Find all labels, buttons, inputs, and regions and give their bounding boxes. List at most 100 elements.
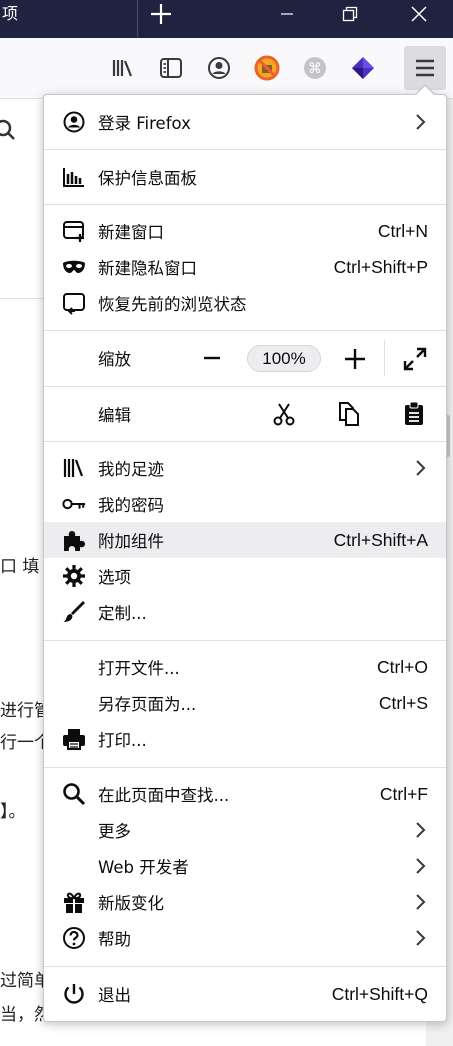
menu-web-developer[interactable]: Web 开发者 <box>44 848 446 884</box>
menu-passwords-label: 我的密码 <box>98 496 164 515</box>
zoom-out-button[interactable] <box>200 344 224 372</box>
paste-icon[interactable] <box>402 401 426 427</box>
close-icon <box>411 6 427 22</box>
key-icon <box>62 492 86 516</box>
menu-separator <box>44 966 446 967</box>
extension-cmd-button[interactable]: ⌘ <box>301 54 329 82</box>
account-icon <box>208 57 230 79</box>
gift-icon <box>62 890 86 914</box>
menu-save-page-shortcut: Ctrl+S <box>378 692 428 713</box>
sidebar-button[interactable] <box>157 54 185 82</box>
extension-blocker-button[interactable] <box>253 54 281 82</box>
extension-cmd-icon: ⌘ <box>304 57 326 79</box>
menu-save-page-label: 另存页面为... <box>98 695 197 714</box>
menu-web-developer-label: Web 开发者 <box>98 858 189 877</box>
menu-separator <box>44 330 446 331</box>
chevron-right-icon <box>416 460 426 476</box>
menu-separator <box>44 640 446 641</box>
menu-new-private-window[interactable]: 新建隐私窗口 Ctrl+Shift+P <box>44 249 446 285</box>
extension-cube-button[interactable] <box>349 54 377 82</box>
zoom-in-button[interactable] <box>342 345 368 373</box>
sidebar-icon <box>160 58 182 78</box>
plus-icon <box>151 4 171 24</box>
copy-icon[interactable] <box>337 401 361 427</box>
menu-find-shortcut: Ctrl+F <box>379 783 428 804</box>
menu-whats-new-label: 新版变化 <box>98 894 164 913</box>
menu-protections-dashboard[interactable]: 保护信息面板 <box>44 159 446 195</box>
chevron-right-icon <box>416 930 426 946</box>
zoom-reset-button[interactable]: 100% <box>247 345 321 372</box>
minimize-button[interactable] <box>264 0 310 28</box>
menu-sign-in[interactable]: 登录 Firefox <box>44 104 446 140</box>
menu-find-label: 在此页面中查找... <box>98 786 230 805</box>
menu-print-label: 打印... <box>98 731 147 750</box>
account-button[interactable] <box>205 54 233 82</box>
menu-options-label: 选项 <box>98 568 131 587</box>
new-tab-button[interactable] <box>138 0 184 28</box>
menu-quit-label: 退出 <box>98 986 131 1005</box>
menu-sign-in-label: 登录 Firefox <box>98 114 191 133</box>
menu-open-file[interactable]: 打开文件... Ctrl+O <box>44 649 446 685</box>
menu-options[interactable]: 选项 <box>44 558 446 594</box>
cut-icon[interactable] <box>272 401 296 427</box>
restore-icon <box>342 6 358 22</box>
account-icon <box>62 110 86 134</box>
tab-title-fragment[interactable]: 项 <box>0 0 18 38</box>
menu-separator <box>44 767 446 768</box>
help-icon <box>62 926 86 950</box>
menu-help[interactable]: 帮助 <box>44 920 446 956</box>
library-icon <box>62 456 86 480</box>
menu-library[interactable]: 我的足迹 <box>44 450 446 486</box>
menu-save-page[interactable]: 另存页面为... Ctrl+S <box>44 685 446 721</box>
private-mask-icon <box>62 255 86 279</box>
menu-separator <box>44 204 446 205</box>
menu-customize[interactable]: 定制... <box>44 594 446 630</box>
power-icon <box>62 982 86 1006</box>
svg-text:⌘: ⌘ <box>308 61 322 77</box>
puzzle-piece-icon <box>62 528 86 552</box>
zoom-divider <box>384 340 385 376</box>
library-button[interactable] <box>109 54 137 82</box>
menu-passwords[interactable]: 我的密码 <box>44 486 446 522</box>
menu-restore-session[interactable]: 恢复先前的浏览状态 <box>44 285 446 321</box>
menu-help-label: 帮助 <box>98 930 131 949</box>
restore-button[interactable] <box>327 0 373 28</box>
menu-more[interactable]: 更多 <box>44 812 446 848</box>
menu-customize-label: 定制... <box>98 604 147 623</box>
menu-new-window-label: 新建窗口 <box>98 223 164 242</box>
fullscreen-icon[interactable] <box>403 347 427 371</box>
menu-private-window-shortcut: Ctrl+Shift+P <box>333 256 428 277</box>
menu-open-file-shortcut: Ctrl+O <box>376 656 428 677</box>
extension-blocker-icon <box>254 55 280 81</box>
menu-restore-session-label: 恢复先前的浏览状态 <box>98 295 247 314</box>
hamburger-menu-icon <box>416 59 434 77</box>
menu-protections-label: 保护信息面板 <box>98 169 197 188</box>
chevron-right-icon <box>416 822 426 838</box>
minimize-icon <box>281 13 293 15</box>
page-text-line: 】。 <box>0 802 26 822</box>
close-window-button[interactable] <box>396 0 442 28</box>
menu-addons-shortcut: Ctrl+Shift+A <box>333 529 428 550</box>
menu-addons-label: 附加组件 <box>98 532 164 551</box>
menu-quit-shortcut: Ctrl+Shift+Q <box>331 983 428 1004</box>
menu-new-window[interactable]: 新建窗口 Ctrl+N <box>44 213 446 249</box>
menu-print[interactable]: 打印... <box>44 721 446 757</box>
menu-zoom-row: 缩放 <box>44 340 446 376</box>
menu-find-in-page[interactable]: 在此页面中查找... Ctrl+F <box>44 776 446 812</box>
bar-chart-icon <box>62 165 86 189</box>
page-text-line: 口 填 <box>0 557 40 577</box>
chevron-right-icon <box>416 894 426 910</box>
menu-more-label: 更多 <box>98 822 131 841</box>
restore-session-icon <box>62 291 86 315</box>
menu-separator <box>44 149 446 150</box>
printer-icon <box>62 727 86 751</box>
menu-addons[interactable]: 附加组件 Ctrl+Shift+A <box>44 522 446 558</box>
menu-open-file-label: 打开文件... <box>98 659 180 678</box>
chevron-right-icon <box>416 114 426 130</box>
library-icon <box>112 60 133 77</box>
menu-separator <box>44 441 446 442</box>
menu-whats-new[interactable]: 新版变化 <box>44 884 446 920</box>
paintbrush-icon <box>62 600 86 624</box>
menu-quit[interactable]: 退出 Ctrl+Shift+Q <box>44 976 446 1012</box>
new-window-icon <box>62 219 86 243</box>
